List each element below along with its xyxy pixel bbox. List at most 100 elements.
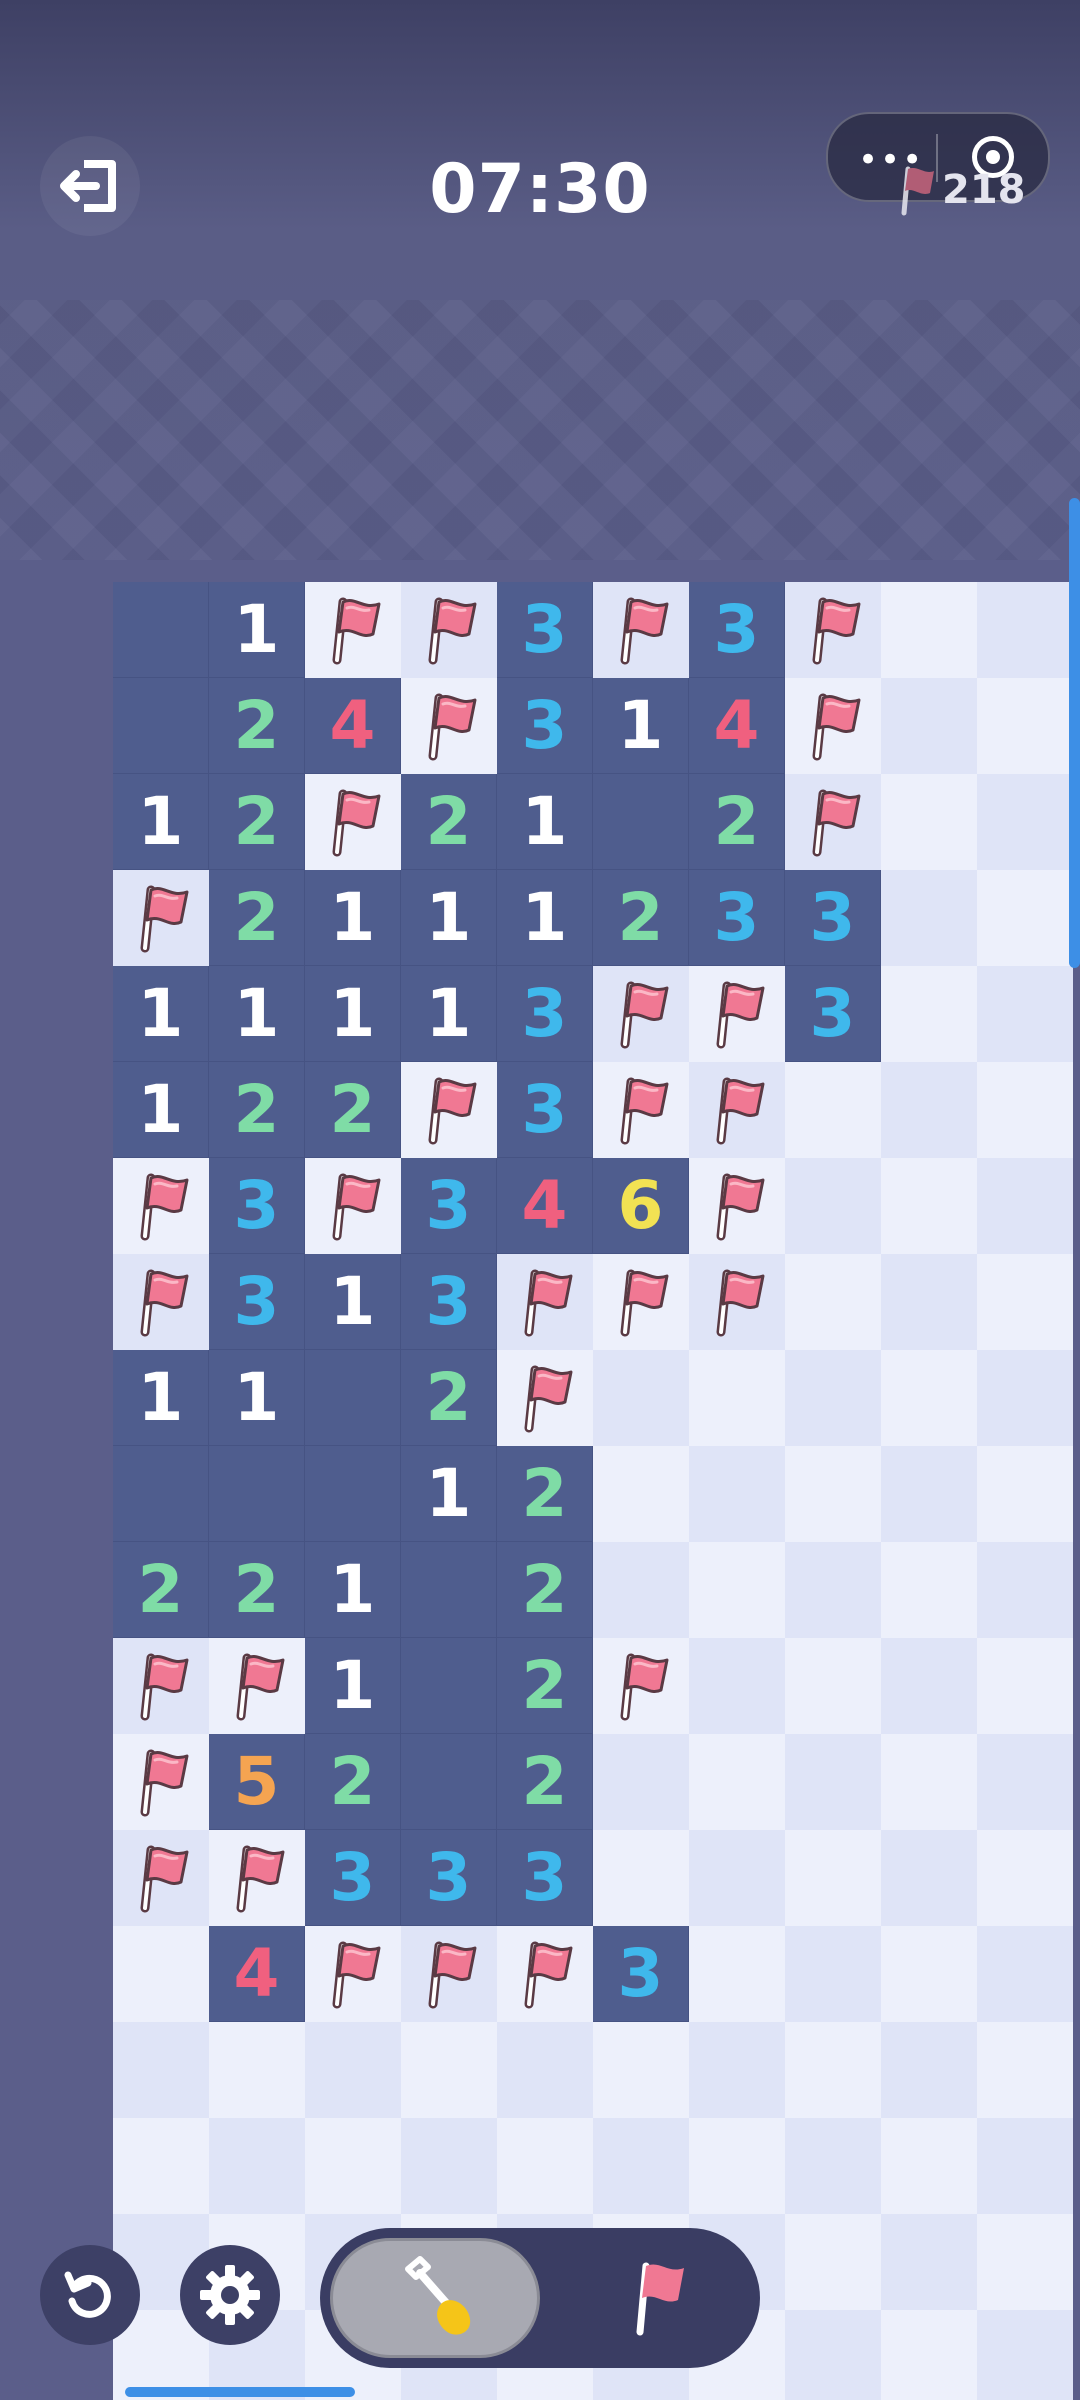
- cell-covered[interactable]: [593, 1734, 689, 1830]
- cell-covered[interactable]: [977, 1158, 1073, 1254]
- cell-number[interactable]: 3: [689, 582, 785, 678]
- cell-covered[interactable]: [785, 1830, 881, 1926]
- cell-covered[interactable]: [881, 1446, 977, 1542]
- cell-flag[interactable]: [785, 774, 881, 870]
- cell-covered[interactable]: [113, 2118, 209, 2214]
- cell-number[interactable]: 1: [305, 870, 401, 966]
- cell-flag[interactable]: [305, 1158, 401, 1254]
- cell-covered[interactable]: [977, 2118, 1073, 2214]
- cell-covered[interactable]: [305, 2022, 401, 2118]
- cell-flag[interactable]: [785, 678, 881, 774]
- cell-number[interactable]: 2: [497, 1446, 593, 1542]
- cell-flag[interactable]: [593, 1638, 689, 1734]
- cell-number[interactable]: 3: [401, 1254, 497, 1350]
- cell-flag[interactable]: [113, 870, 209, 966]
- cell-number[interactable]: 4: [497, 1158, 593, 1254]
- cell-flag[interactable]: [593, 582, 689, 678]
- cell-covered[interactable]: [977, 1734, 1073, 1830]
- cell-covered[interactable]: [881, 2310, 977, 2400]
- cell-revealed[interactable]: [209, 1446, 305, 1542]
- cell-covered[interactable]: [209, 2118, 305, 2214]
- cell-number[interactable]: 3: [497, 966, 593, 1062]
- cell-number[interactable]: 1: [305, 1254, 401, 1350]
- cell-number[interactable]: 2: [497, 1734, 593, 1830]
- cell-number[interactable]: 3: [497, 678, 593, 774]
- cell-number[interactable]: 1: [209, 966, 305, 1062]
- cell-covered[interactable]: [977, 966, 1073, 1062]
- cell-covered[interactable]: [881, 678, 977, 774]
- cell-covered[interactable]: [977, 1350, 1073, 1446]
- cell-covered[interactable]: [689, 1446, 785, 1542]
- cell-number[interactable]: 1: [113, 774, 209, 870]
- cell-covered[interactable]: [785, 1254, 881, 1350]
- cell-covered[interactable]: [881, 2118, 977, 2214]
- horizontal-scrollbar[interactable]: [125, 2387, 355, 2397]
- cell-number[interactable]: 3: [689, 870, 785, 966]
- cell-covered[interactable]: [785, 1926, 881, 2022]
- cell-covered[interactable]: [785, 2214, 881, 2310]
- cell-number[interactable]: 2: [305, 1734, 401, 1830]
- cell-number[interactable]: 3: [401, 1158, 497, 1254]
- cell-covered[interactable]: [113, 1926, 209, 2022]
- cell-number[interactable]: 2: [209, 1542, 305, 1638]
- cell-number[interactable]: 2: [209, 678, 305, 774]
- cell-covered[interactable]: [881, 1158, 977, 1254]
- cell-number[interactable]: 4: [209, 1926, 305, 2022]
- cell-covered[interactable]: [689, 1926, 785, 2022]
- cell-covered[interactable]: [785, 2118, 881, 2214]
- cell-flag[interactable]: [401, 1062, 497, 1158]
- cell-revealed[interactable]: [401, 1638, 497, 1734]
- cell-number[interactable]: 2: [497, 1542, 593, 1638]
- cell-flag[interactable]: [497, 1926, 593, 2022]
- cell-flag[interactable]: [305, 774, 401, 870]
- cell-number[interactable]: 1: [209, 1350, 305, 1446]
- cell-number[interactable]: 3: [209, 1254, 305, 1350]
- cell-covered[interactable]: [689, 2118, 785, 2214]
- cell-covered[interactable]: [881, 1734, 977, 1830]
- dig-mode-button[interactable]: [330, 2238, 540, 2358]
- cell-number[interactable]: 2: [305, 1062, 401, 1158]
- cell-revealed[interactable]: [401, 1734, 497, 1830]
- cell-covered[interactable]: [113, 2022, 209, 2118]
- cell-number[interactable]: 2: [593, 870, 689, 966]
- cell-flag[interactable]: [689, 966, 785, 1062]
- cell-covered[interactable]: [785, 1158, 881, 1254]
- vertical-scrollbar[interactable]: [1069, 498, 1080, 968]
- cell-covered[interactable]: [689, 1734, 785, 1830]
- cell-covered[interactable]: [209, 2022, 305, 2118]
- cell-flag[interactable]: [593, 1254, 689, 1350]
- cell-revealed[interactable]: [305, 1446, 401, 1542]
- cell-covered[interactable]: [593, 1542, 689, 1638]
- flag-mode-button[interactable]: [578, 2238, 738, 2358]
- cell-number[interactable]: 2: [209, 870, 305, 966]
- cell-number[interactable]: 3: [497, 582, 593, 678]
- cell-number[interactable]: 1: [209, 582, 305, 678]
- cell-flag[interactable]: [113, 1638, 209, 1734]
- cell-number[interactable]: 6: [593, 1158, 689, 1254]
- cell-covered[interactable]: [977, 678, 1073, 774]
- cell-covered[interactable]: [593, 1350, 689, 1446]
- cell-covered[interactable]: [977, 2310, 1073, 2400]
- cell-number[interactable]: 1: [497, 870, 593, 966]
- cell-number[interactable]: 3: [785, 870, 881, 966]
- cell-number[interactable]: 2: [209, 1062, 305, 1158]
- cell-covered[interactable]: [977, 1254, 1073, 1350]
- cell-covered[interactable]: [977, 1062, 1073, 1158]
- cell-flag[interactable]: [209, 1638, 305, 1734]
- cell-number[interactable]: 2: [113, 1542, 209, 1638]
- cell-covered[interactable]: [881, 1830, 977, 1926]
- cell-number[interactable]: 3: [497, 1830, 593, 1926]
- cell-number[interactable]: 1: [593, 678, 689, 774]
- cell-covered[interactable]: [593, 2118, 689, 2214]
- cell-flag[interactable]: [689, 1158, 785, 1254]
- cell-covered[interactable]: [497, 2118, 593, 2214]
- cell-covered[interactable]: [977, 1830, 1073, 1926]
- cell-flag[interactable]: [785, 582, 881, 678]
- cell-covered[interactable]: [977, 2022, 1073, 2118]
- cell-number[interactable]: 4: [689, 678, 785, 774]
- cell-flag[interactable]: [401, 1926, 497, 2022]
- cell-covered[interactable]: [977, 582, 1073, 678]
- cell-covered[interactable]: [977, 2214, 1073, 2310]
- cell-covered[interactable]: [401, 2118, 497, 2214]
- cell-flag[interactable]: [497, 1350, 593, 1446]
